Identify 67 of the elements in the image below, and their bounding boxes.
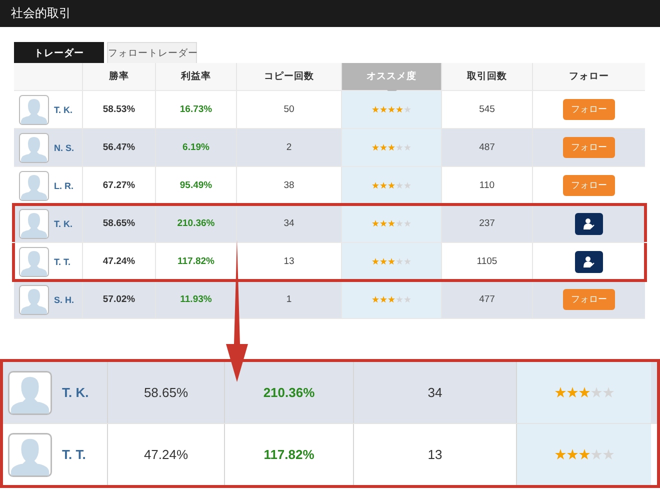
trader-name: T. K.: [62, 385, 89, 400]
copy-count: 2: [286, 142, 292, 153]
trade-count: 1105: [476, 256, 498, 267]
trade-count: 477: [479, 294, 495, 305]
profit-rate: 11.93%: [180, 294, 212, 305]
avatar-icon: [19, 246, 49, 276]
win-rate: 58.65%: [102, 218, 136, 229]
star-icon: [578, 387, 590, 398]
win-rate: 67.27%: [102, 180, 136, 191]
star-icon: [566, 449, 578, 460]
win-rate: 47.24%: [102, 256, 136, 267]
column-header[interactable]: 勝率: [82, 63, 155, 90]
window-title: 社会的取引: [11, 5, 71, 22]
user-check-icon: [583, 256, 595, 268]
column-header[interactable]: フォロー: [532, 63, 645, 90]
tab[interactable]: フォロートレーダー: [107, 42, 197, 63]
avatar-icon: [19, 170, 49, 200]
trader-name[interactable]: T. K.: [54, 218, 73, 228]
profit-rate: 95.49%: [180, 180, 212, 191]
trader-name[interactable]: N. S.: [54, 142, 74, 152]
column-header[interactable]: 取引回数: [441, 63, 532, 90]
star-icon: [590, 449, 602, 460]
profit-rate: 117.82%: [178, 256, 214, 267]
copy-count: 38: [284, 180, 294, 191]
profit-rate: 210.36%: [263, 385, 315, 400]
copy-count: 1: [286, 294, 292, 305]
star-icon: [590, 387, 602, 398]
avatar-icon: [19, 208, 49, 238]
trader-name[interactable]: T. K.: [54, 104, 73, 114]
profit-rate: 210.36%: [177, 218, 215, 229]
win-rate: 58.53%: [102, 104, 136, 115]
avatar-icon: [8, 432, 52, 476]
following-button[interactable]: [575, 250, 603, 272]
tab[interactable]: トレーダー: [14, 42, 104, 63]
trade-count: 110: [479, 180, 495, 191]
copy-count: 34: [428, 385, 442, 400]
following-button[interactable]: [575, 212, 603, 234]
copy-count: 50: [284, 104, 294, 115]
avatar-icon: [8, 370, 52, 414]
avatar-icon: [19, 94, 49, 124]
star-icon: [554, 449, 566, 460]
trader-name[interactable]: T. T.: [54, 256, 71, 266]
column-header[interactable]: 利益率: [155, 63, 236, 90]
profit-rate: 6.19%: [182, 142, 210, 153]
star-icon: [554, 387, 566, 398]
profit-rate: 16.73%: [180, 104, 212, 115]
profit-rate: 117.82%: [264, 447, 314, 462]
trade-count: 545: [479, 104, 495, 115]
star-icon: [602, 449, 614, 460]
star-icon: [578, 449, 590, 460]
trader-name[interactable]: L. R.: [54, 180, 74, 190]
copy-count: 34: [284, 218, 294, 229]
trade-count: 487: [479, 142, 495, 153]
win-rate: 56.47%: [102, 142, 136, 153]
star-icon: [602, 387, 614, 398]
win-rate: 58.65%: [144, 385, 188, 400]
trade-count: 237: [479, 218, 495, 229]
win-rate: 57.02%: [102, 294, 136, 305]
trader-name[interactable]: S. H.: [54, 294, 74, 304]
star-icon: [566, 387, 578, 398]
trader-name: T. T.: [62, 447, 86, 462]
copy-count: 13: [284, 256, 294, 267]
avatar-icon: [19, 284, 49, 314]
user-check-icon: [583, 218, 595, 230]
copy-count: 13: [428, 447, 442, 462]
win-rate: 47.24%: [144, 447, 188, 462]
avatar-icon: [19, 132, 49, 162]
